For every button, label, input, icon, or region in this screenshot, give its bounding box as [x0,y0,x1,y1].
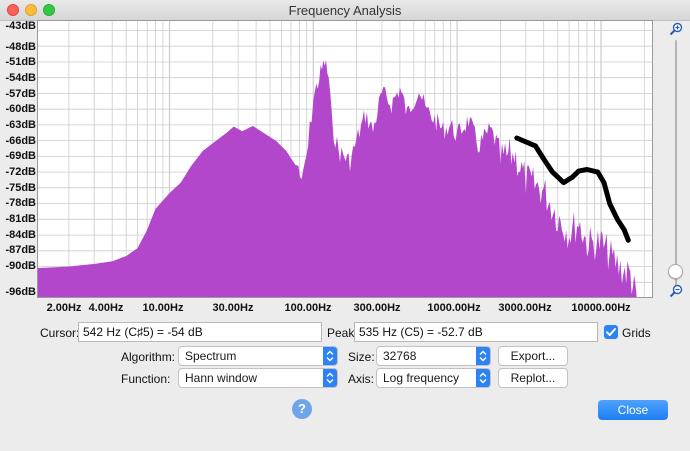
axis-label: Axis: [348,372,375,386]
y-tick-label: -66dB [5,135,36,147]
x-tick-label: 2.00Hz [46,302,82,314]
close-button[interactable]: Close [598,400,668,420]
y-tick-label: -72dB [5,166,36,178]
x-tick-label: 3000.00Hz [498,302,552,314]
y-tick-label: -75dB [5,182,36,194]
y-tick-label: -57dB [5,88,36,100]
algorithm-label: Algorithm: [121,350,176,364]
x-tick-label: 4.00Hz [88,302,124,314]
y-tick-label: -43dB [5,20,36,32]
y-tick-label: -51dB [5,56,36,68]
grids-label: Grids [622,326,651,340]
size-value: 32768 [383,349,417,363]
y-tick-label: -54dB [5,72,36,84]
x-tick-label: 10.00Hz [142,302,184,314]
cursor-label: Cursor: [40,326,80,340]
select-chevron-icon [476,347,490,365]
x-tick-label: 300.00Hz [353,302,401,314]
select-chevron-icon [323,347,337,365]
function-label: Function: [121,372,171,386]
x-tick-label: 10000.00Hz [571,302,631,314]
cursor-readout: 542 Hz (C♯5) = -54 dB [78,322,322,342]
select-chevron-icon [476,369,490,387]
x-tick-label: 1000.00Hz [427,302,481,314]
algorithm-select[interactable]: Spectrum [178,346,338,366]
zoom-in-icon[interactable] [669,22,683,36]
vertical-zoom-slider[interactable] [668,264,683,279]
x-tick-label: 100.00Hz [284,302,332,314]
zoom-out-icon[interactable] [669,284,683,298]
size-select[interactable]: 32768 [376,346,491,366]
spectrum-plot[interactable] [37,20,653,298]
y-tick-label: -96dB [5,286,36,298]
select-chevron-icon [323,369,337,387]
y-tick-label: -84dB [5,229,36,241]
size-label: Size: [348,350,375,364]
checkmark-icon [606,328,616,336]
vertical-zoom-track[interactable] [675,40,677,290]
window-title: Frequency Analysis [288,3,402,18]
axis-value: Log frequency [383,371,460,385]
function-select[interactable]: Hann window [178,368,338,388]
y-tick-label: -90dB [5,260,36,272]
y-tick-label: -63dB [5,119,36,131]
y-tick-label: -69dB [5,150,36,162]
y-tick-label: -48dB [5,41,36,53]
y-tick-label: -81dB [5,213,36,225]
help-button[interactable]: ? [292,399,312,419]
peak-readout: 535 Hz (C5) = -52.7 dB [354,322,598,342]
replot-button[interactable]: Replot... [498,368,568,388]
y-tick-label: -87dB [5,244,36,256]
export-button[interactable]: Export... [498,346,568,366]
x-tick-label: 30.00Hz [212,302,254,314]
title-bar: Frequency Analysis [0,0,690,21]
y-tick-label: -78dB [5,197,36,209]
axis-select[interactable]: Log frequency [376,368,491,388]
y-tick-label: -60dB [5,103,36,115]
algorithm-value: Spectrum [185,349,237,363]
grids-checkbox[interactable] [604,325,618,339]
function-value: Hann window [185,371,258,385]
